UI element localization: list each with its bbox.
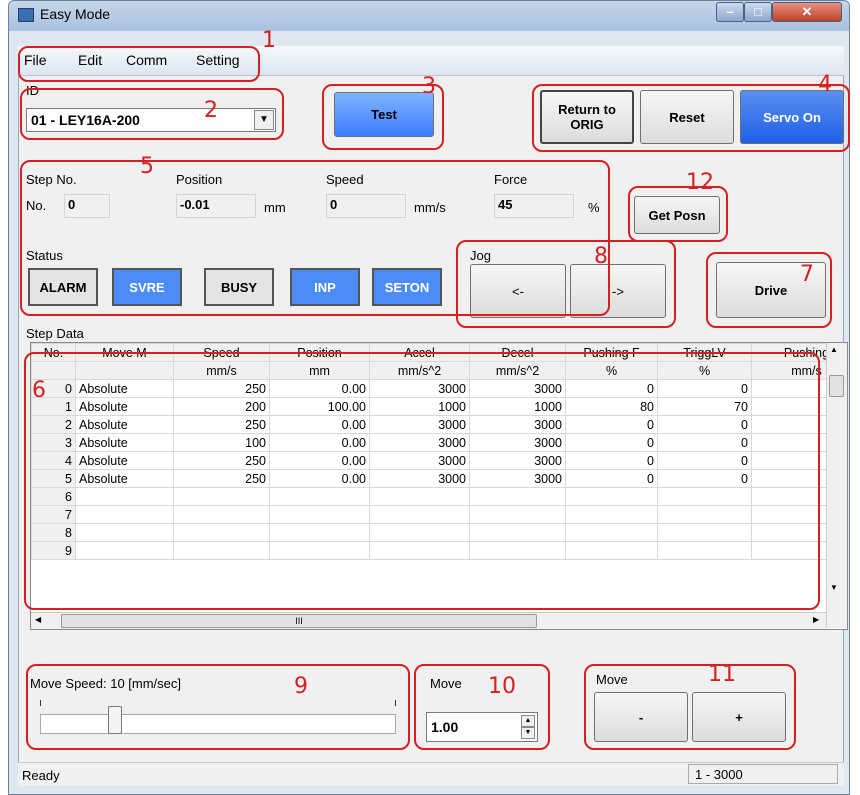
vertical-scroll-thumb[interactable] xyxy=(829,375,844,397)
annotation-box-8 xyxy=(456,240,676,328)
annotation-box-10 xyxy=(414,664,550,750)
annotation-number-2: 2 xyxy=(204,98,218,123)
scroll-left-icon[interactable]: ◀ xyxy=(35,615,41,624)
scroll-right-icon[interactable]: ▶ xyxy=(813,615,819,624)
annotation-box-9 xyxy=(26,664,410,750)
step-data-label: Step Data xyxy=(26,326,84,341)
minimize-button[interactable]: – xyxy=(716,2,744,22)
vertical-scrollbar[interactable]: ▲ ▼ xyxy=(826,343,847,628)
annotation-box-11 xyxy=(584,664,796,750)
status-text: Ready xyxy=(22,768,60,783)
maximize-button[interactable]: □ xyxy=(744,2,772,22)
close-button[interactable]: ✕ xyxy=(772,2,842,22)
annotation-number-5: 5 xyxy=(140,154,154,179)
annotation-number-7: 7 xyxy=(800,262,814,287)
annotation-box-1 xyxy=(18,46,260,82)
annotation-box-2 xyxy=(20,88,284,140)
scroll-up-icon[interactable]: ▲ xyxy=(830,345,838,354)
annotation-number-12: 12 xyxy=(686,170,714,195)
annotation-number-1: 1 xyxy=(262,28,276,53)
annotation-box-6 xyxy=(24,352,820,610)
annotation-box-4 xyxy=(532,84,850,152)
status-range: 1 - 3000 xyxy=(688,764,838,784)
annotation-number-6: 6 xyxy=(32,378,46,403)
annotation-number-11: 11 xyxy=(708,662,736,687)
annotation-number-8: 8 xyxy=(594,244,608,269)
app-icon xyxy=(18,8,34,22)
annotation-number-10: 10 xyxy=(488,674,516,699)
scroll-down-icon[interactable]: ▼ xyxy=(830,583,838,592)
annotation-number-9: 9 xyxy=(294,674,308,699)
annotation-number-3: 3 xyxy=(422,74,436,99)
horizontal-scroll-thumb[interactable]: III xyxy=(61,614,537,628)
window-title: Easy Mode xyxy=(40,6,111,22)
horizontal-scrollbar[interactable]: ◀ III ▶ xyxy=(31,612,826,629)
annotation-number-4: 4 xyxy=(818,72,832,97)
